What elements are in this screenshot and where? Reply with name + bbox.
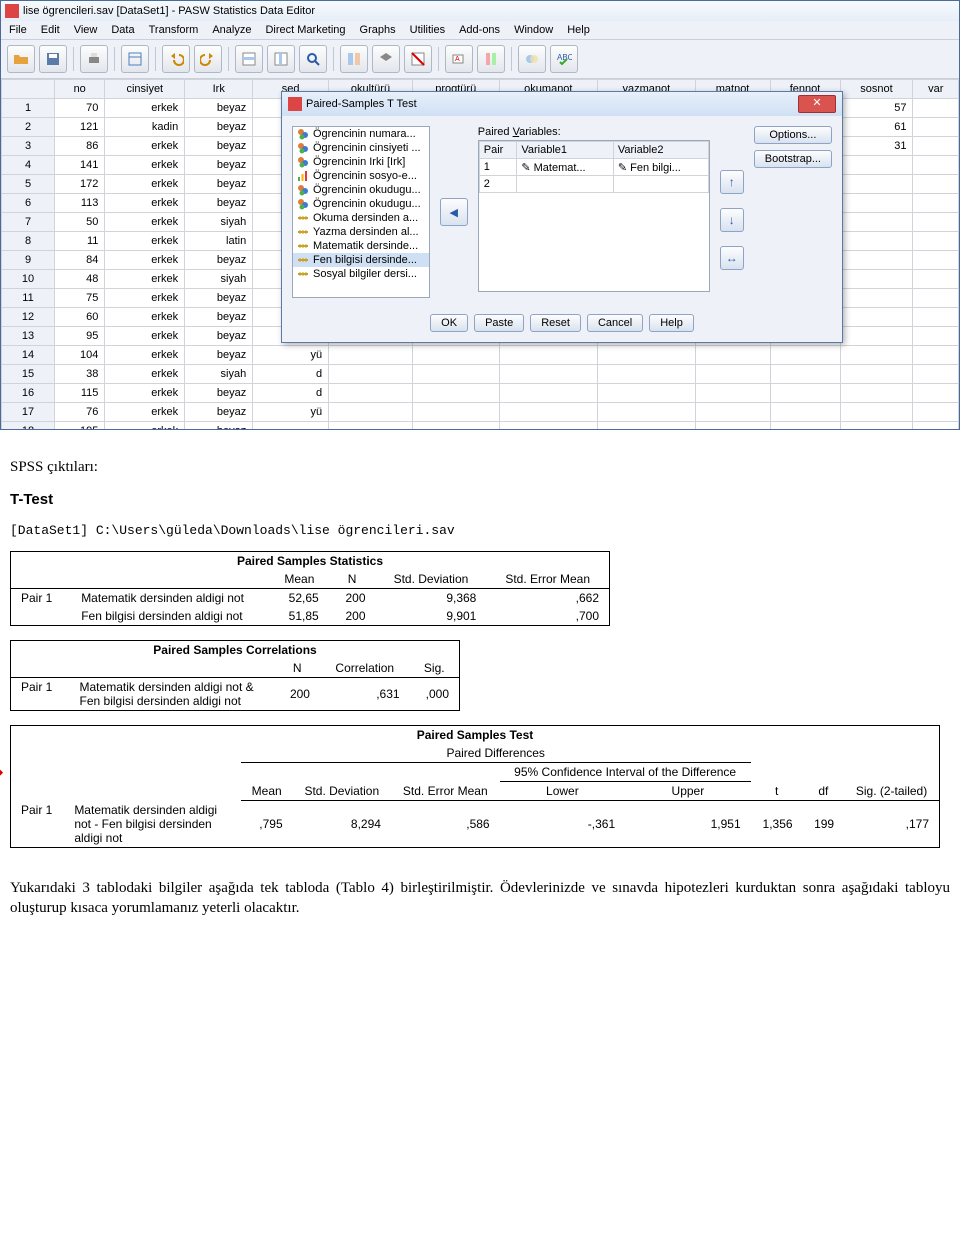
menu-analyze[interactable]: Analyze — [212, 24, 251, 36]
col-header[interactable]: Irk — [185, 80, 253, 99]
select-cases-button[interactable] — [404, 45, 432, 73]
redo-button[interactable] — [194, 45, 222, 73]
menu-utilities[interactable]: Utilities — [410, 24, 445, 36]
pair-down-button[interactable]: ↓ — [720, 208, 744, 232]
options-button[interactable]: Options... — [754, 126, 832, 144]
paired-variables-label: Paired Variables: — [478, 126, 744, 138]
goto-var-button[interactable] — [267, 45, 295, 73]
spss-window: lise ögrencileri.sav [DataSet1] - PASW S… — [0, 0, 960, 430]
pair-table[interactable]: PairVariable1Variable21✎ Matemat...✎ Fen… — [478, 140, 710, 292]
menu-edit[interactable]: Edit — [41, 24, 60, 36]
menu-add-ons[interactable]: Add-ons — [459, 24, 500, 36]
table-row[interactable]: 1776erkekbeyazyü — [2, 403, 959, 422]
menu-window[interactable]: Window — [514, 24, 553, 36]
split-file-button[interactable] — [340, 45, 368, 73]
menu-view[interactable]: View — [74, 24, 98, 36]
menu-help[interactable]: Help — [567, 24, 590, 36]
pair-row[interactable]: 1✎ Matemat...✎ Fen bilgi... — [479, 159, 708, 176]
title-bar: lise ögrencileri.sav [DataSet1] - PASW S… — [1, 1, 959, 21]
pair-row[interactable]: 2 — [479, 176, 708, 193]
weight-button[interactable] — [372, 45, 400, 73]
var-item[interactable]: Ögrencinin okudugu... — [293, 183, 429, 197]
window-title: lise ögrencileri.sav [DataSet1] - PASW S… — [23, 5, 315, 17]
table-row[interactable]: 14104erkekbeyazyü — [2, 346, 959, 365]
menu-bar: File Edit View Data Transform Analyze Direct M… — [1, 21, 959, 39]
paired-t-dialog: Paired-Samples T Test ✕ Ögrencinin numar… — [281, 91, 843, 343]
paired-test-table: Paired Samples Test Paired Differences t… — [10, 725, 940, 848]
recall-dialog-button[interactable] — [121, 45, 149, 73]
var-item[interactable]: Matematik dersinde... — [293, 239, 429, 253]
reset-button[interactable]: Reset — [530, 314, 581, 332]
var-item[interactable]: Ögrencinin sosyo-e... — [293, 169, 429, 183]
data-grid-wrap: nocinsiyetIrksedokultürüprogtürüokumanot… — [1, 79, 959, 429]
paste-button[interactable]: Paste — [474, 314, 524, 332]
table-row[interactable]: 18195erkekbeyaz — [2, 422, 959, 430]
paired-correlations-table: Paired Samples Correlations N Correlatio… — [10, 640, 460, 711]
explanation-paragraph: Yukarıdaki 3 tablodaki bilgiler aşağıda … — [10, 878, 950, 919]
var-item[interactable]: Ögrencinin okudugu... — [293, 197, 429, 211]
print-button[interactable] — [80, 45, 108, 73]
show-all-button[interactable] — [518, 45, 546, 73]
svg-text:A: A — [455, 56, 460, 63]
close-icon[interactable]: ✕ — [798, 95, 836, 113]
app-icon — [5, 4, 19, 18]
dialog-title: Paired-Samples T Test — [306, 98, 417, 110]
var-item[interactable]: Ögrencinin Irki [Irk] — [293, 155, 429, 169]
dialog-title-bar: Paired-Samples T Test ✕ — [282, 92, 842, 116]
save-button[interactable] — [39, 45, 67, 73]
menu-file[interactable]: File — [9, 24, 27, 36]
toolbar: A ABC — [1, 39, 959, 79]
menu-data[interactable]: Data — [111, 24, 134, 36]
menu-direct-marketing[interactable]: Direct Marketing — [265, 24, 345, 36]
use-sets-button[interactable] — [477, 45, 505, 73]
help-button[interactable]: Help — [649, 314, 694, 332]
output-heading: SPSS çıktıları: — [10, 459, 950, 476]
undo-button[interactable] — [162, 45, 190, 73]
var-item[interactable]: Ögrencinin numara... — [293, 127, 429, 141]
var-item[interactable]: Okuma dersinden a... — [293, 211, 429, 225]
col-header[interactable]: var — [913, 80, 959, 99]
pair-swap-button[interactable]: ↔ — [720, 246, 744, 270]
ttest-heading: T-Test — [10, 491, 950, 508]
cancel-button[interactable]: Cancel — [587, 314, 643, 332]
dialog-icon — [288, 97, 302, 111]
menu-graphs[interactable]: Graphs — [360, 24, 396, 36]
menu-transform[interactable]: Transform — [149, 24, 199, 36]
ok-button[interactable]: OK — [430, 314, 468, 332]
find-button[interactable] — [299, 45, 327, 73]
variable-list[interactable]: Ögrencinin numara...Ögrencinin cinsiyeti… — [292, 126, 430, 298]
dataset-path: [DataSet1] C:\Users\güleda\Downloads\lis… — [10, 523, 950, 538]
paired-statistics-table: Paired Samples Statistics Mean N Std. De… — [10, 551, 610, 626]
pair-up-button[interactable]: ↑ — [720, 170, 744, 194]
bootstrap-button[interactable]: Bootstrap... — [754, 150, 832, 168]
open-button[interactable] — [7, 45, 35, 73]
col-header[interactable]: sosnot — [840, 80, 913, 99]
table-row[interactable]: 16115erkekbeyazd — [2, 384, 959, 403]
col-header[interactable]: cinsiyet — [105, 80, 185, 99]
goto-case-button[interactable] — [235, 45, 263, 73]
table-row[interactable]: 1538erkeksiyahd — [2, 365, 959, 384]
var-item[interactable]: Fen bilgisi dersinde... — [293, 253, 429, 267]
col-header[interactable]: no — [55, 80, 105, 99]
col-header[interactable] — [2, 80, 55, 99]
var-item[interactable]: Yazma dersinden al... — [293, 225, 429, 239]
var-item[interactable]: Sosyal bilgiler dersi... — [293, 267, 429, 281]
spell-check-button[interactable]: ABC — [550, 45, 578, 73]
var-item[interactable]: Ögrencinin cinsiyeti ... — [293, 141, 429, 155]
move-right-button[interactable]: ◀ — [440, 198, 468, 226]
document-body: SPSS çıktıları: T-Test [DataSet1] C:\Use… — [0, 430, 960, 973]
value-labels-button[interactable]: A — [445, 45, 473, 73]
